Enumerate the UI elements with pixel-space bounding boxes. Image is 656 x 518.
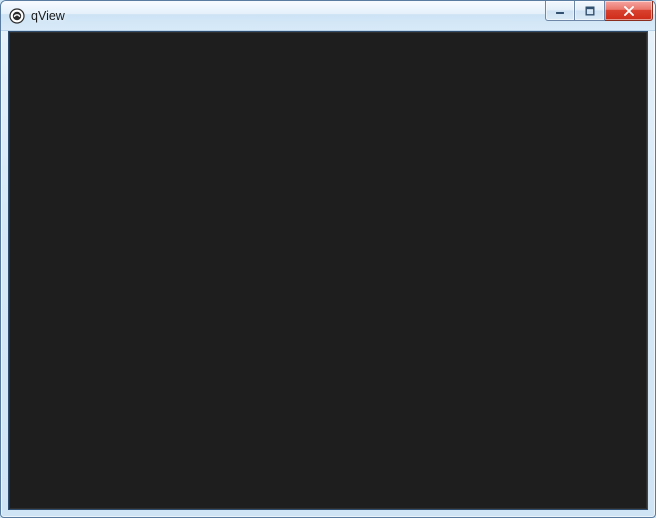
content-area	[1, 31, 655, 517]
maximize-button[interactable]	[575, 1, 605, 21]
titlebar[interactable]: qView	[1, 1, 655, 31]
minimize-button[interactable]	[545, 1, 575, 21]
app-icon	[9, 8, 25, 24]
app-title: qView	[31, 8, 65, 24]
application-window: qView	[0, 0, 656, 518]
image-viewport[interactable]	[8, 31, 648, 510]
window-controls	[545, 1, 653, 22]
close-button[interactable]	[605, 1, 653, 21]
